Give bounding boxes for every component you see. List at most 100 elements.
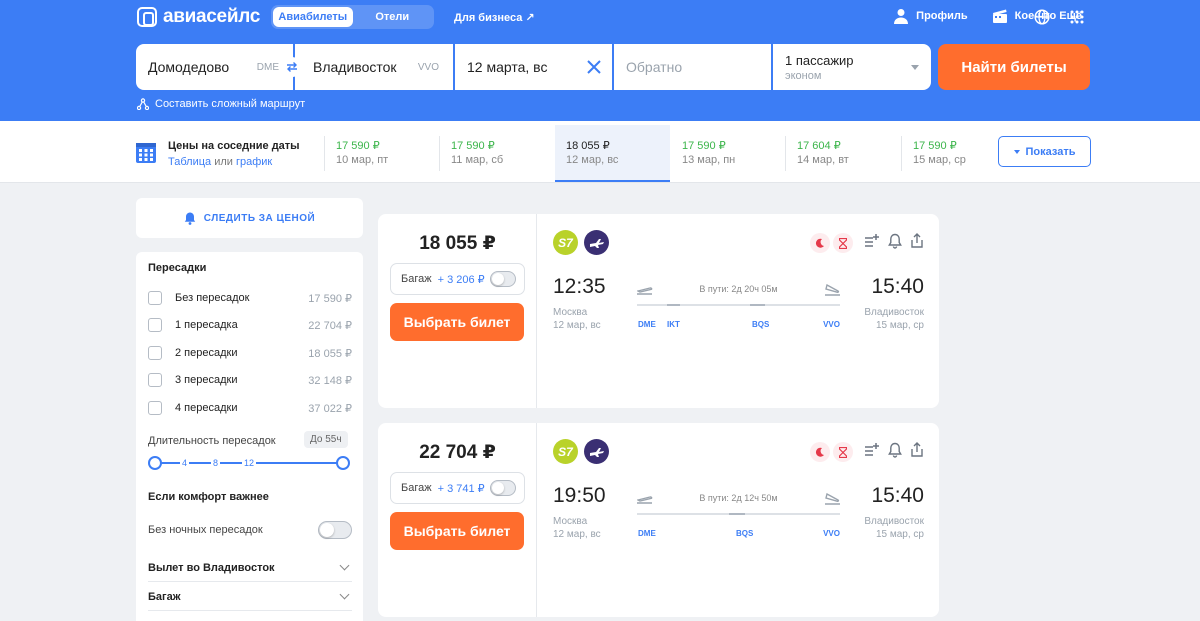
date-cell[interactable]: 17 590 ₽ 13 мар, пн (671, 125, 786, 182)
checkbox[interactable] (148, 291, 162, 305)
depart-date-field[interactable]: 12 марта, вс (455, 44, 612, 90)
stop-filter-row[interactable]: 3 пересадки 32 148 ₽ (148, 372, 352, 388)
stop-filter-row[interactable]: 2 пересадки 18 055 ₽ (148, 345, 352, 361)
profile-label: Профиль (916, 10, 968, 22)
depart-date-value: 12 марта, вс (467, 59, 548, 75)
plane-logo-icon (589, 238, 604, 248)
layover-segment (667, 304, 680, 306)
baggage-option[interactable]: Багаж + 3 741 ₽ (390, 472, 525, 504)
share-icon[interactable] (909, 442, 925, 458)
share-icon[interactable] (909, 233, 925, 249)
bell-icon[interactable] (887, 442, 903, 458)
ticket-price: 22 704 ₽ (419, 442, 496, 463)
arrival-city: Владивосток (864, 516, 924, 527)
baggage-label: Багаж (401, 482, 432, 494)
date-cell[interactable]: 17 590 ₽ 10 мар, пт (325, 125, 440, 182)
ticket-buy-section: 18 055 ₽ Багаж + 3 206 ₽ Выбрать билет (378, 214, 537, 408)
clear-date-icon[interactable] (586, 59, 602, 75)
layover-segment (729, 513, 745, 515)
chevron-down-icon (339, 589, 350, 600)
stop-filter-row[interactable]: Без пересадок 17 590 ₽ (148, 290, 352, 306)
stop-label: 2 пересадки (175, 347, 238, 359)
apps-grid-icon[interactable] (1070, 10, 1084, 24)
complex-route-link[interactable]: Составить сложный маршрут (137, 98, 305, 110)
stop-price: 18 055 ₽ (308, 347, 352, 360)
add-to-list-icon[interactable] (864, 442, 880, 458)
nearby-dates-strip: Цены на соседние даты Таблица или график… (0, 121, 1200, 183)
origin-value: Домодедово (148, 59, 230, 75)
date-cell-selected[interactable]: 18 055 ₽ 12 мар, вс (555, 125, 670, 182)
duration-slider[interactable]: 4 8 12 (148, 456, 350, 470)
date-cell[interactable]: 17 604 ₽ 14 мар, вт (786, 125, 901, 182)
show-dates-label: Показать (1025, 145, 1076, 158)
clapper-icon (992, 9, 1007, 23)
chart-link[interactable]: график (236, 156, 272, 168)
hourglass-icon (839, 446, 847, 458)
checkbox[interactable] (148, 318, 162, 332)
bell-icon[interactable] (887, 233, 903, 249)
tab-hotels[interactable]: Отели (353, 7, 433, 27)
show-dates-button[interactable]: Показать (998, 136, 1091, 167)
airport-code: IKT (667, 320, 680, 329)
select-ticket-button[interactable]: Выбрать билет (390, 512, 524, 550)
moon-icon (815, 447, 824, 457)
departure-time: 19:50 (553, 484, 606, 507)
airport-code: BQS (752, 320, 770, 329)
airport-code: DME (638, 529, 656, 538)
baggage-toggle[interactable] (490, 480, 516, 496)
baggage-option[interactable]: Багаж + 3 206 ₽ (390, 263, 525, 295)
comfort-title: Если комфорт важнее (148, 491, 269, 503)
globe-icon[interactable] (1034, 9, 1050, 25)
checkbox[interactable] (148, 401, 162, 415)
watch-price-button[interactable]: СЛЕДИТЬ ЗА ЦЕНОЙ (136, 198, 363, 238)
ticket-card[interactable]: 18 055 ₽ Багаж + 3 206 ₽ Выбрать билет S… (378, 214, 939, 408)
checkbox[interactable] (148, 346, 162, 360)
stop-filter-row[interactable]: 4 пересадки 37 022 ₽ (148, 400, 352, 416)
business-link[interactable]: Для бизнеса ↗ (454, 11, 535, 24)
no-night-toggle[interactable] (318, 521, 352, 539)
airport-code: DME (638, 320, 656, 329)
ticket-card[interactable]: 22 704 ₽ Багаж + 3 741 ₽ Выбрать билет S… (378, 423, 939, 617)
slider-tick: 8 (211, 458, 221, 468)
origin-field[interactable]: Домодедово DME (136, 44, 302, 90)
passengers-field[interactable]: 1 пассажир эконом (773, 44, 931, 90)
route-icon (137, 98, 149, 110)
checkbox[interactable] (148, 373, 162, 387)
date-label: 10 мар, пт (336, 154, 389, 166)
accordion-baggage[interactable]: Багаж (148, 583, 352, 611)
accordion-label: Вылет во Владивосток (148, 561, 275, 574)
or-text: или (214, 156, 233, 168)
departure-date: 12 мар, вс (553, 320, 601, 331)
date-price: 17 590 ₽ (451, 140, 495, 152)
date-cell[interactable]: 17 590 ₽ 11 мар, сб (440, 125, 555, 182)
profile-button[interactable]: Профиль (893, 8, 968, 24)
stops-title: Пересадки (148, 262, 207, 274)
return-placeholder: Обратно (626, 59, 683, 75)
destination-field[interactable]: Владивосток VVO (295, 44, 453, 90)
accordion-departure[interactable]: Вылет во Владивосток (148, 554, 352, 582)
chevron-down-icon (339, 560, 350, 571)
date-label: 12 мар, вс (566, 154, 619, 166)
slider-tick: 4 (180, 458, 190, 468)
search-button[interactable]: Найти билеты (938, 44, 1090, 90)
date-price: 17 590 ₽ (336, 140, 380, 152)
stop-filter-row[interactable]: 1 пересадка 22 704 ₽ (148, 317, 352, 333)
nearby-dates-subtitle: Таблица или график (168, 156, 272, 168)
swap-button[interactable] (282, 57, 302, 77)
select-ticket-button[interactable]: Выбрать билет (390, 303, 524, 341)
stop-price: 22 704 ₽ (308, 319, 352, 332)
add-to-list-icon[interactable] (864, 233, 880, 249)
tab-flights[interactable]: Авиабилеты (273, 7, 353, 27)
calendar-icon (136, 143, 156, 163)
baggage-toggle[interactable] (490, 271, 516, 287)
logo[interactable]: авиасейлс (137, 6, 260, 28)
layover-segment (750, 304, 765, 306)
departure-city: Москва (553, 516, 588, 527)
return-date-field[interactable]: Обратно (614, 44, 771, 90)
no-night-label: Без ночных пересадок (148, 524, 263, 536)
table-link[interactable]: Таблица (168, 156, 211, 168)
arrival-date: 15 мар, ср (875, 320, 924, 331)
slider-handle-min[interactable] (148, 456, 162, 470)
departure-info: Москва 12 мар, вс (553, 306, 601, 332)
slider-handle-max[interactable] (336, 456, 350, 470)
